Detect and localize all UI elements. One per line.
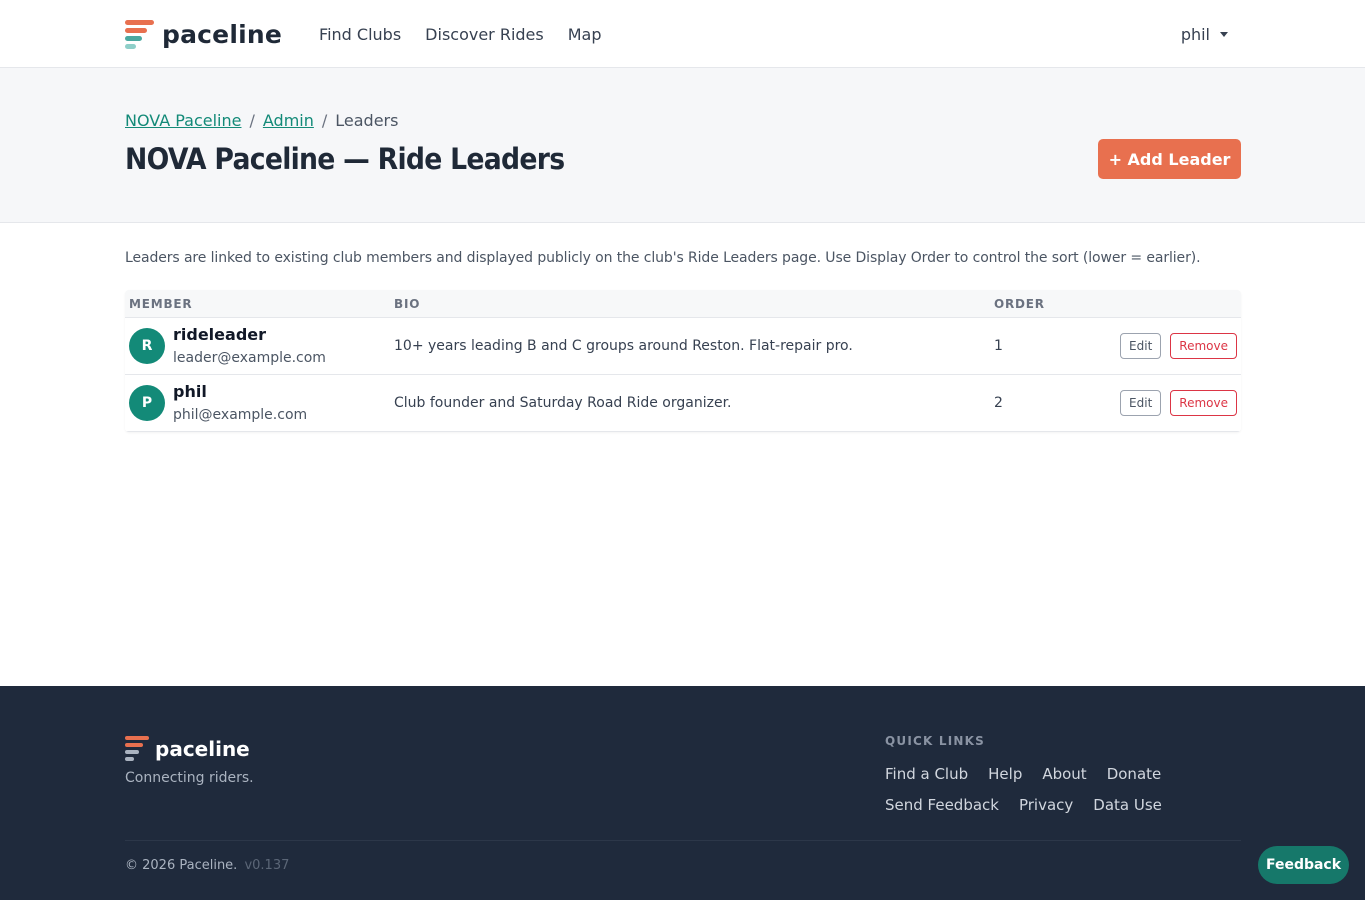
nav-find-clubs[interactable]: Find Clubs	[319, 25, 401, 44]
member-name: rideleader	[173, 325, 267, 344]
leaders-table: MEMBER BIO ORDER R rideleader leader@exa…	[125, 290, 1241, 432]
footer-brand-name: paceline	[155, 736, 250, 761]
remove-button[interactable]: Remove	[1170, 333, 1237, 359]
brand-logo-link[interactable]: paceline	[125, 18, 282, 50]
actions-cell: Edit Remove	[1074, 333, 1241, 359]
footer-copyright: © 2026 Paceline. v0.137	[125, 858, 289, 873]
member-email: phil@example.com	[173, 407, 308, 423]
footer-link-find-a-club[interactable]: Find a Club	[885, 765, 968, 783]
paceline-logo-icon	[125, 735, 149, 762]
edit-button[interactable]: Edit	[1120, 390, 1162, 416]
user-menu-dropdown[interactable]: phil	[1181, 25, 1228, 44]
member-email: leader@example.com	[173, 350, 326, 366]
footer-divider	[125, 840, 1241, 841]
breadcrumb-club[interactable]: NOVA Paceline	[125, 111, 241, 130]
footer-link-privacy[interactable]: Privacy	[1019, 796, 1073, 814]
nav-map[interactable]: Map	[568, 25, 602, 44]
footer-link-donate[interactable]: Donate	[1107, 765, 1162, 783]
version-label: v0.137	[244, 858, 290, 873]
member-cell: R rideleader leader@example.com	[125, 324, 394, 368]
quick-links-title: QUICK LINKS	[885, 734, 985, 748]
bio-cell: Club founder and Saturday Road Ride orga…	[394, 395, 732, 411]
footer-link-send-feedback[interactable]: Send Feedback	[885, 796, 999, 814]
paceline-logo-icon	[125, 18, 154, 50]
site-footer: paceline Connecting riders. QUICK LINKS …	[0, 686, 1365, 900]
column-header-bio: BIO	[394, 296, 421, 311]
order-cell: 1	[994, 338, 1003, 354]
column-header-order: ORDER	[994, 296, 1045, 311]
actions-cell: Edit Remove	[1074, 390, 1241, 416]
column-header-member: MEMBER	[129, 296, 193, 311]
main-content: Leaders are linked to existing club memb…	[125, 224, 1241, 432]
page-title: NOVA Paceline — Ride Leaders	[125, 142, 565, 176]
quick-links: Find a Club Help About Donate Send Feedb…	[885, 765, 1185, 814]
breadcrumb-admin[interactable]: Admin	[263, 111, 314, 130]
user-name: phil	[1180, 24, 1210, 44]
table-row: P phil phil@example.com Club founder and…	[125, 375, 1241, 432]
footer-brand: paceline	[125, 735, 250, 762]
brand-name: paceline	[162, 19, 283, 49]
table-header: MEMBER BIO ORDER	[125, 290, 1241, 318]
member-name: phil	[173, 382, 207, 401]
caret-down-icon	[1220, 31, 1228, 37]
remove-button[interactable]: Remove	[1170, 390, 1237, 416]
table-row: R rideleader leader@example.com 10+ year…	[125, 318, 1241, 375]
bio-cell: 10+ years leading B and C groups around …	[394, 338, 853, 354]
main-nav: Find Clubs Discover Rides Map	[319, 25, 625, 44]
add-leader-button[interactable]: + Add Leader	[1098, 139, 1241, 179]
nav-discover-rides[interactable]: Discover Rides	[425, 25, 544, 44]
footer-tagline: Connecting riders.	[125, 770, 254, 786]
intro-text: Leaders are linked to existing club memb…	[125, 250, 1201, 266]
breadcrumb-current: Leaders	[335, 111, 399, 130]
footer-link-help[interactable]: Help	[988, 765, 1022, 783]
copyright-text: © 2026 Paceline.	[125, 858, 238, 873]
footer-link-data-use[interactable]: Data Use	[1093, 796, 1162, 814]
page-header: NOVA Paceline / Admin / Leaders NOVA Pac…	[0, 68, 1365, 223]
avatar: R	[129, 328, 165, 364]
feedback-button[interactable]: Feedback	[1258, 846, 1349, 884]
breadcrumb-separator: /	[321, 111, 328, 130]
member-cell: P phil phil@example.com	[125, 381, 394, 425]
footer-link-about[interactable]: About	[1042, 765, 1086, 783]
edit-button[interactable]: Edit	[1120, 333, 1162, 359]
breadcrumb-separator: /	[249, 111, 255, 130]
top-navbar: paceline Find Clubs Discover Rides Map p…	[0, 0, 1365, 68]
avatar: P	[129, 385, 165, 421]
order-cell: 2	[994, 395, 1003, 411]
breadcrumb: NOVA Paceline / Admin / Leaders	[125, 111, 398, 130]
